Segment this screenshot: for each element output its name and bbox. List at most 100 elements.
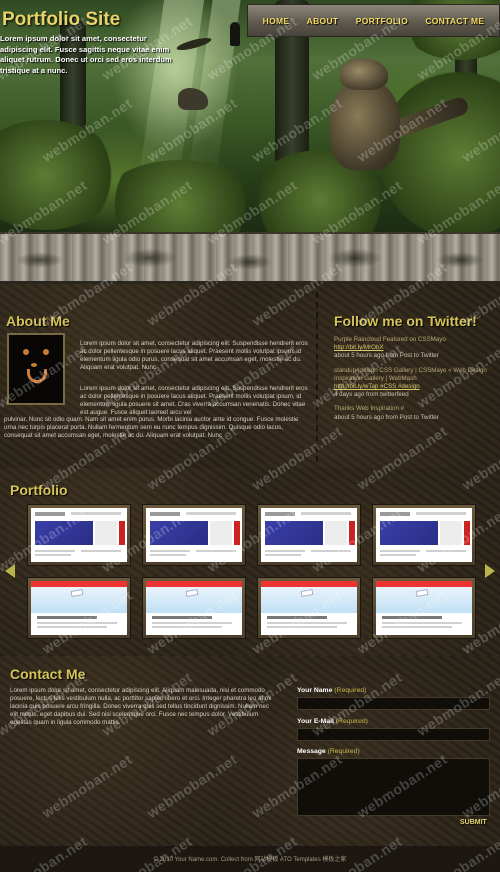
required-hint: (Required): [334, 687, 367, 694]
portfolio-thumbnail[interactable]: [372, 577, 476, 639]
contact-section: Contact Me Lorem ipsum dolor sit amet, c…: [0, 656, 500, 846]
about-paragraph: pulvinar. Nunc sit odio quam. Nam sit am…: [4, 416, 299, 440]
tweet-text: Thanks Web Inspiration #: [334, 405, 405, 413]
tweet-link[interactable]: http://bit.ly/MrObX: [334, 344, 384, 351]
thumbnail-image: [146, 581, 242, 635]
dinosaur: [330, 80, 400, 170]
thumbnail-detail: [150, 554, 186, 556]
portfolio-thumbnail[interactable]: [257, 577, 361, 639]
thumbnail-detail: [71, 512, 121, 515]
hero-banner: Portfolio Site Lorem ipsum dolor sit ame…: [0, 0, 500, 240]
required-hint: (Required): [327, 748, 360, 755]
contact-title: Contact Me: [10, 666, 86, 682]
thumbnail-detail: [380, 512, 410, 516]
portfolio-thumbnail[interactable]: [142, 577, 246, 639]
tweet-meta: about 5 hours ago from Post to Twitter: [334, 352, 439, 360]
contact-text: Lorem ipsum dolor sit amet, consectetur …: [10, 687, 272, 727]
thumbnail-detail: [95, 521, 117, 545]
name-label-text: Your Name: [297, 687, 333, 694]
tweet-text: Purple Raincloud Featured on CSSMayo: [334, 336, 446, 343]
tweet-meta: 4 days ago from twitterfeed: [334, 391, 409, 399]
thumbnail-detail: [186, 512, 236, 515]
thumbnail-detail: [464, 521, 470, 545]
thumbnail-detail: [301, 512, 351, 515]
thumbnail-detail: [37, 622, 117, 624]
thumbnail-detail: [265, 521, 323, 545]
nav-portfolio[interactable]: PORTFOLIO: [356, 16, 408, 26]
foliage: [380, 70, 500, 240]
thumbnail-image: [261, 508, 357, 562]
thumbnail-detail: [440, 521, 462, 545]
thumbnail-detail: [265, 512, 295, 516]
arrow-right-icon[interactable]: [485, 564, 495, 578]
avatar-eye: [23, 349, 29, 355]
thumbnail-detail: [35, 550, 75, 552]
thumbnail-detail: [35, 521, 93, 545]
email-field[interactable]: [297, 728, 490, 741]
portfolio-thumbnail[interactable]: [257, 504, 361, 566]
thumbnail-detail: [196, 550, 236, 552]
portfolio-thumbnail[interactable]: [27, 577, 131, 639]
thumbnail-detail: [311, 550, 351, 552]
stone-divider: [0, 232, 500, 284]
thumbnail-detail: [416, 512, 466, 515]
tweet-list: Purple Raincloud Featured on CSSMayo htt…: [334, 336, 494, 428]
thumbnail-detail: [37, 626, 107, 628]
message-label-text: Message: [297, 748, 326, 755]
thumbnail-detail: [234, 521, 240, 545]
thumbnail-detail: [265, 550, 305, 552]
thumbnail-detail: [382, 616, 442, 619]
portfolio-thumbnail[interactable]: [27, 504, 131, 566]
thumbnail-detail: [37, 616, 97, 619]
twitter-title: Follow me on Twitter!: [334, 313, 477, 329]
thumbnail-detail: [267, 616, 327, 619]
thumbnail-image: [376, 581, 472, 635]
thumbnail-detail: [382, 626, 452, 628]
thumbnail-detail: [152, 616, 212, 619]
portfolio-thumbnail[interactable]: [142, 504, 246, 566]
foliage: [100, 160, 260, 240]
avatar: [7, 333, 65, 405]
thumbnail-detail: [380, 550, 420, 552]
about-section: About Me Lorem ipsum dolor sit amet, con…: [0, 284, 500, 468]
nav-about[interactable]: ABOUT: [307, 16, 339, 26]
portfolio-section: Portfolio: [0, 468, 500, 656]
site-title: Portfolio Site: [2, 9, 121, 30]
thumbnail-detail: [150, 512, 180, 516]
thumbnail-detail: [35, 554, 71, 556]
thumbnail-detail: [267, 626, 337, 628]
footer-text: © 2010 Your Name.com. Collect from 网站模板 …: [153, 857, 347, 863]
thumbnail-detail: [81, 550, 121, 552]
thumbnail-image: [31, 581, 127, 635]
thumbnail-image: [31, 508, 127, 562]
intro-text: Lorem ipsum dolor sit amet, consectetur …: [0, 34, 172, 75]
portfolio-thumbnail[interactable]: [372, 504, 476, 566]
thumbnail-image: [261, 581, 357, 635]
thumbnail-detail: [35, 512, 65, 516]
tweet-link[interactable]: http://bit.ly/wTap #CSS #design: [334, 383, 420, 390]
thumbnail-image: [376, 508, 472, 562]
thumbnail-detail: [380, 521, 438, 545]
thumbnail-detail: [380, 554, 416, 556]
thumbnail-detail: [119, 521, 125, 545]
name-field[interactable]: [297, 697, 490, 710]
tweet: Thanks Web Inspiration # about 5 hours a…: [334, 405, 494, 421]
thumbnail-detail: [152, 622, 232, 624]
thumbnail-detail: [426, 550, 466, 552]
tweet: standup4design CSS Gallery | CSSMayo « W…: [334, 367, 494, 400]
message-label: Message (Required): [297, 748, 360, 755]
email-label: Your E-Mail (Required): [297, 718, 368, 725]
thumbnail-detail: [150, 521, 208, 545]
tweet-meta: about 5 hours ago from Post to Twitter: [334, 413, 439, 421]
nav-home[interactable]: HOME: [263, 16, 290, 26]
tweet: Purple Raincloud Featured on CSSMayo htt…: [334, 336, 494, 361]
arrow-left-icon[interactable]: [5, 564, 15, 578]
message-field[interactable]: [297, 758, 490, 816]
thumbnail-detail: [267, 622, 347, 624]
avatar-eye: [43, 349, 49, 355]
email-label-text: Your E-Mail: [297, 718, 334, 725]
nav-contact[interactable]: CONTACT ME: [425, 16, 484, 26]
person-silhouette: [230, 22, 240, 46]
submit-button[interactable]: SUBMIT: [460, 819, 487, 826]
tweet-text: standup4design CSS Gallery | CSSMayo « W…: [334, 366, 487, 382]
